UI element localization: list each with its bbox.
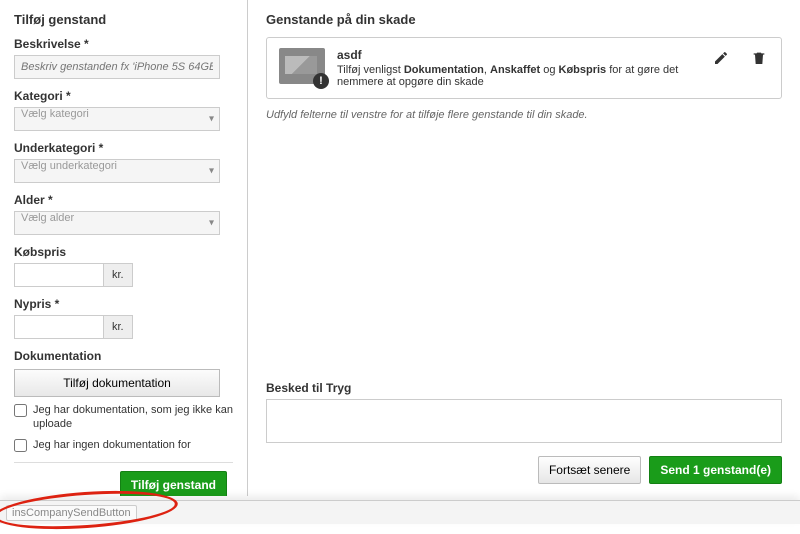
left-title: Tilføj genstand [14, 12, 233, 27]
footer-bar: insCompanySendButton [0, 500, 800, 524]
field-underkategori: Underkategori * Vælg underkategori ▾ [14, 141, 233, 183]
doc-none-label: Jeg har ingen dokumentation for [33, 438, 191, 452]
field-kobspris: Købspris kr. [14, 245, 233, 287]
kategori-select[interactable]: Vælg kategori [14, 107, 220, 131]
field-kategori: Kategori * Vælg kategori ▾ [14, 89, 233, 131]
field-nypris: Nypris * kr. [14, 297, 233, 339]
left-panel: Tilføj genstand Beskrivelse * Kategori *… [0, 0, 248, 496]
kobspris-label: Købspris [14, 245, 233, 259]
footer-badge: insCompanySendButton [6, 505, 137, 521]
kobspris-unit: kr. [104, 263, 133, 287]
edit-item-button[interactable] [711, 48, 731, 71]
item-description: Tilføj venligst Dokumentation, Anskaffet… [337, 64, 699, 88]
message-label: Besked til Tryg [266, 381, 782, 395]
underkategori-label: Underkategori * [14, 141, 233, 155]
item-card: ! asdf Tilføj venligst Dokumentation, An… [266, 37, 782, 99]
doc-cannot-upload-checkbox[interactable] [14, 404, 27, 417]
item-title: asdf [337, 48, 699, 62]
divider [14, 462, 233, 463]
add-item-button[interactable]: Tilføj genstand [120, 471, 227, 496]
kategori-label: Kategori * [14, 89, 233, 103]
field-alder: Alder * Vælg alder ▾ [14, 193, 233, 235]
alder-select[interactable]: Vælg alder [14, 211, 220, 235]
kobspris-input[interactable] [14, 263, 104, 287]
nypris-input[interactable] [14, 315, 104, 339]
pencil-icon [713, 50, 729, 66]
add-documentation-button[interactable]: Tilføj dokumentation [14, 369, 220, 397]
beskrivelse-label: Beskrivelse * [14, 37, 233, 51]
field-beskrivelse: Beskrivelse * [14, 37, 233, 79]
alder-label: Alder * [14, 193, 233, 207]
message-textarea[interactable] [266, 399, 782, 443]
nypris-label: Nypris * [14, 297, 233, 311]
right-panel: Genstande på din skade ! asdf Tilføj ven… [248, 0, 800, 496]
send-items-button[interactable]: Send 1 genstand(e) [649, 456, 782, 484]
doc-cannot-upload-label: Jeg har dokumentation, som jeg ikke kan … [33, 403, 233, 432]
delete-item-button[interactable] [749, 48, 769, 71]
continue-later-button[interactable]: Fortsæt senere [538, 456, 641, 484]
field-dokumentation: Dokumentation Tilføj dokumentation Jeg h… [14, 349, 233, 452]
right-title: Genstande på din skade [266, 12, 782, 27]
item-thumbnail-icon: ! [279, 48, 325, 84]
warning-icon: ! [313, 73, 329, 89]
underkategori-select[interactable]: Vælg underkategori [14, 159, 220, 183]
doc-none-checkbox[interactable] [14, 439, 27, 452]
nypris-unit: kr. [104, 315, 133, 339]
dokumentation-label: Dokumentation [14, 349, 233, 363]
hint-text: Udfyld felterne til venstre for at tilfø… [266, 109, 782, 121]
beskrivelse-input[interactable] [14, 55, 220, 79]
trash-icon [751, 50, 767, 66]
